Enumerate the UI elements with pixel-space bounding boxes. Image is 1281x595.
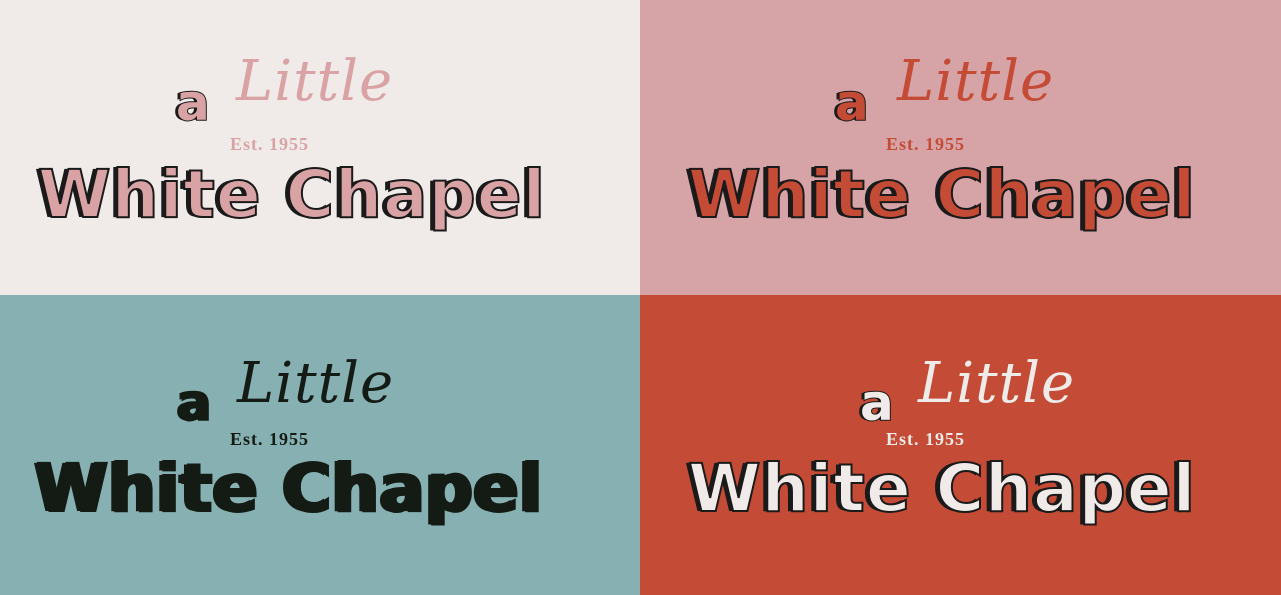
logo-wordmark: White Chapel — [37, 156, 547, 233]
logo-established-year: Est. 1955 — [230, 134, 310, 154]
logo-script-little: Little — [236, 49, 394, 114]
logo-script-little: Little — [918, 351, 1076, 416]
logo-panel-cream: a Little Est. 1955 White Chapel — [0, 0, 640, 295]
logo-letter-a: a — [859, 374, 895, 432]
logo-letter-a: a — [177, 374, 213, 432]
logo-letter-a: a — [834, 74, 870, 132]
logo-letter-a: a — [175, 74, 211, 132]
logo-established-year: Est. 1955 — [230, 429, 310, 449]
logo-script-little: Little — [897, 49, 1055, 114]
logo-established-year: Est. 1955 — [886, 134, 966, 154]
logo-wordmark: White Chapel — [687, 450, 1197, 527]
logo-panel-pink: a Little Est. 1955 White Chapel — [640, 0, 1281, 295]
logo-established-year: Est. 1955 — [886, 429, 966, 449]
logo-panel-teal: a Little Est. 1955 White Chapel — [0, 295, 640, 595]
logo-wordmark: White Chapel — [35, 450, 545, 527]
logo-panel-red: a Little Est. 1955 White Chapel — [640, 295, 1281, 595]
logo-wordmark: White Chapel — [687, 156, 1197, 233]
logo-script-little: Little — [237, 351, 395, 416]
logo-variations-grid: a Little Est. 1955 White Chapel a Little… — [0, 0, 1281, 595]
